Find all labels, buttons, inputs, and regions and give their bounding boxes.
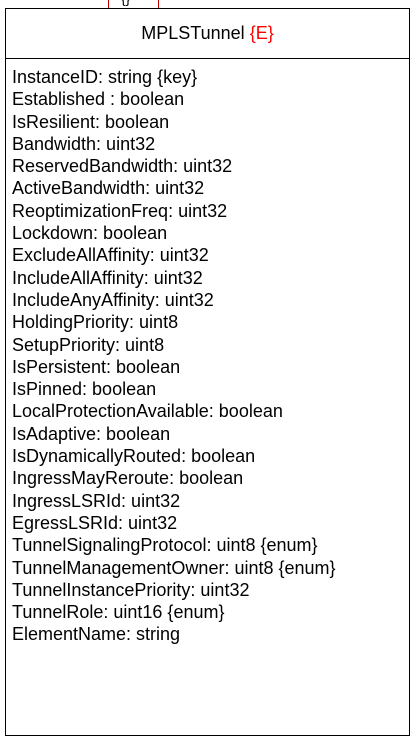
- attribute-row: TunnelInstancePriority: uint32: [12, 579, 250, 600]
- attribute-row: ElementName: string: [12, 624, 181, 645]
- attribute-row: TunnelRole: uint16 {enum}: [12, 602, 225, 623]
- attribute-row: IncludeAllAffinity: uint32: [12, 267, 203, 288]
- class-header: MPLSTunnel {E}: [6, 9, 409, 59]
- attribute-row: IsResilient: boolean: [12, 111, 170, 132]
- attribute-row: IngressMayReroute: boolean: [12, 468, 244, 489]
- class-name: MPLSTunnel: [141, 23, 245, 43]
- attribute-row: ActiveBandwidth: uint32: [12, 178, 205, 199]
- attribute-row: IngressLSRId: uint32: [12, 490, 181, 511]
- attribute-row: ExcludeAllAffinity: uint32: [12, 245, 209, 266]
- attribute-row: ReservedBandwidth: uint32: [12, 156, 233, 177]
- attribute-row: TunnelSignalingProtocol: uint8 {enum}: [12, 535, 318, 556]
- uml-class-box: MPLSTunnel {E} InstanceID: string {key} E…: [5, 8, 410, 736]
- attribute-row: IsPinned: boolean: [12, 379, 157, 400]
- attribute-row: Lockdown: boolean: [12, 223, 168, 244]
- attribute-row: HoldingPriority: uint8: [12, 312, 179, 333]
- class-stereotype: {E}: [249, 23, 274, 43]
- attribute-row: Bandwidth: uint32: [12, 133, 156, 154]
- attribute-row: EgressLSRId: uint32: [12, 512, 178, 533]
- attribute-row: SetupPriority: uint8: [12, 334, 165, 355]
- attribute-row: TunnelManagementOwner: uint8 {enum}: [12, 557, 336, 578]
- attribute-row: Established : boolean: [12, 89, 185, 110]
- attribute-row: IsAdaptive: boolean: [12, 423, 171, 444]
- attribute-list: InstanceID: string {key} Established : bo…: [6, 59, 409, 646]
- attribute-row: ReoptimizationFreq: uint32: [12, 200, 228, 221]
- stub-stereotype-mark: {}: [121, 0, 130, 5]
- attribute-row: InstanceID: string {key}: [12, 67, 198, 87]
- attribute-row: LocalProtectionAvailable: boolean: [12, 401, 283, 422]
- attribute-row: IsDynamicallyRouted: boolean: [12, 446, 256, 467]
- attribute-row: IsPersistent: boolean: [12, 356, 181, 377]
- attribute-row: IncludeAnyAffinity: uint32: [12, 289, 214, 310]
- parent-class-stub: {}: [108, 0, 159, 8]
